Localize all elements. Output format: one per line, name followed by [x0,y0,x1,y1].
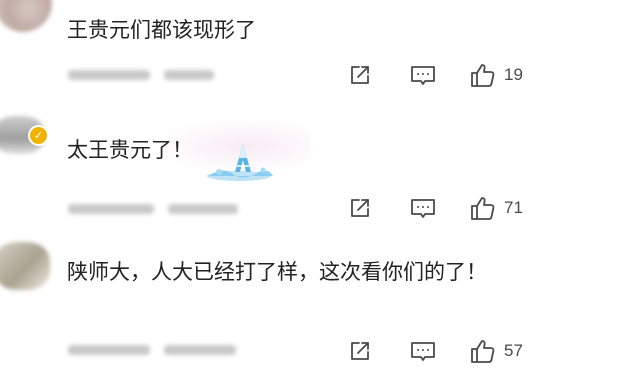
like-button[interactable]: 57 [470,338,523,364]
timestamp-blurred [68,204,154,214]
share-icon [351,342,369,360]
comment-actions: 19 [348,62,523,88]
comment-actions: 57 [348,338,523,364]
comment-item: ✓ 太王贵元了！ 71 [0,116,630,240]
reply-button[interactable] [410,339,436,363]
share-button[interactable] [348,196,374,220]
like-button[interactable]: 19 [470,62,523,88]
reply-button[interactable] [410,63,436,87]
comment-meta-blurred [68,68,228,82]
comment-icon [411,199,435,218]
share-button[interactable] [348,339,374,363]
comment-meta-blurred [68,343,250,357]
comment-meta-blurred [68,202,252,216]
like-button[interactable]: 71 [470,195,523,221]
timestamp-blurred [68,345,150,355]
reply-button[interactable] [410,196,436,220]
comment-item: 陕师大，人大已经打了样，这次看你们的了！ 57 [0,242,630,379]
share-button[interactable] [348,63,374,87]
comment-actions: 71 [348,195,523,221]
location-blurred [164,70,214,80]
share-icon [351,66,369,84]
user-avatar[interactable] [0,0,52,32]
comment-text: 王贵元们都该现形了 [67,18,256,42]
timestamp-blurred [68,70,150,80]
share-icon [351,199,369,217]
thumbs-up-icon [471,340,495,363]
location-blurred [164,345,236,355]
ice-crystal-sticker [207,144,273,181]
comment-item: 王贵元们都该现形了 19 [0,0,630,110]
comment-text: 太王贵元了！ [67,138,193,162]
like-count: 19 [504,65,523,84]
comment-icon [411,66,435,85]
thumbs-up-icon [471,197,495,220]
thumbs-up-icon [471,64,495,87]
comment-icon [411,342,435,361]
like-count: 71 [504,198,523,217]
location-blurred [168,204,238,214]
comment-text: 陕师大，人大已经打了样，这次看你们的了！ [67,260,487,284]
user-avatar[interactable] [0,242,50,290]
like-count: 57 [504,341,523,360]
verified-badge-icon: ✓ [28,125,49,146]
